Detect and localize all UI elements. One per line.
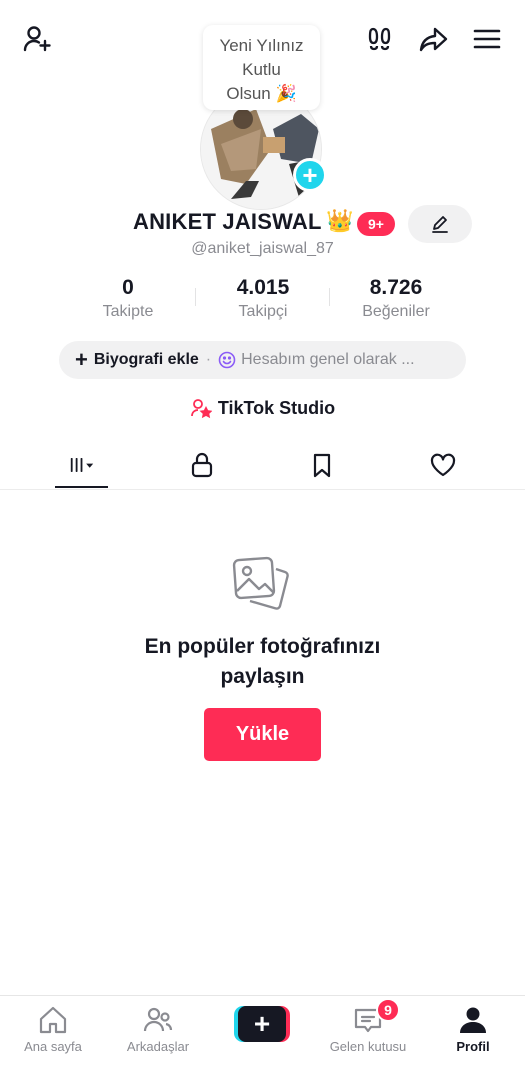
tab-videos[interactable] — [52, 448, 112, 482]
stat-value: 0 — [122, 276, 134, 299]
nav-home-label: Ana sayfa — [24, 1039, 82, 1054]
add-bio-button[interactable]: + Biyografi ekle — [75, 349, 199, 371]
create-plus-icon: + — [238, 1006, 286, 1042]
smile-icon — [218, 351, 236, 369]
bio-separator: · — [205, 351, 212, 368]
plus-icon: + — [75, 347, 88, 372]
studio-label: TikTok Studio — [217, 397, 336, 418]
tiktok-studio-link[interactable]: TikTok Studio — [0, 397, 525, 419]
pencil-icon — [432, 216, 448, 233]
bio-pill[interactable]: + Biyografi ekle · Hesabım genel olarak … — [59, 341, 466, 379]
greeting-bubble: Yeni Yılınız Kutlu Olsun 🎉 — [203, 25, 320, 110]
nav-inbox-label: Gelen kutusu — [329, 1039, 407, 1054]
add-bio-label: Biyografi ekle — [93, 351, 199, 368]
stat-label: Beğeniler — [362, 303, 430, 320]
create-button[interactable]: + — [234, 1006, 290, 1042]
content-tabs — [0, 440, 525, 490]
stat-divider — [195, 288, 196, 306]
tab-private[interactable] — [172, 448, 232, 482]
stat-following[interactable]: 0 Takipte — [63, 276, 193, 321]
home-icon — [39, 1006, 67, 1034]
stat-value: 4.015 — [236, 276, 290, 299]
display-name: ANIKET JAISWAL — [133, 209, 322, 234]
bottom-nav: Ana sayfa Arkadaşlar + 9 Gelen kutusu Pr… — [0, 995, 525, 1080]
name-row: ANIKET JAISWAL 👑 9+ — [0, 205, 525, 243]
stat-divider — [329, 288, 330, 306]
stat-label: Takipte — [102, 303, 154, 320]
footprints-icon[interactable] — [363, 22, 397, 56]
greeting-line-1: Yeni Yılınız — [219, 36, 304, 55]
greeting-line-3: Olsun 🎉 — [226, 84, 297, 103]
profile-icon — [460, 1007, 486, 1033]
add-friend-icon[interactable] — [20, 22, 54, 56]
bookmark-icon — [313, 453, 331, 478]
empty-state-title: En popüler fotoğrafınızı paylaşın — [0, 632, 525, 692]
stat-likes[interactable]: 8.726 Beğeniler — [331, 276, 461, 321]
nav-profile[interactable]: Profil — [423, 1004, 523, 1054]
empty-title-line-1: En popüler fotoğrafınızı — [144, 635, 381, 658]
empty-title-line-2: paylaşın — [220, 665, 305, 688]
upload-button[interactable]: Yükle — [204, 708, 321, 761]
crown-icon: 👑 — [326, 208, 354, 233]
stat-value: 8.726 — [369, 276, 423, 299]
nav-home[interactable]: Ana sayfa — [3, 1004, 103, 1054]
account-status-text[interactable]: Hesabım genel olarak ... — [241, 351, 414, 369]
heart-icon — [430, 453, 456, 477]
add-avatar-button[interactable]: + — [293, 158, 327, 192]
photos-icon — [232, 556, 289, 610]
tab-liked[interactable] — [413, 448, 473, 482]
share-icon[interactable] — [416, 22, 450, 56]
menu-icon[interactable] — [470, 22, 504, 56]
friends-icon — [143, 1007, 173, 1032]
lock-icon — [191, 452, 213, 478]
active-tab-indicator — [55, 486, 108, 488]
notification-badge[interactable]: 9+ — [357, 212, 395, 236]
nav-inbox[interactable]: 9 Gelen kutusu — [318, 998, 418, 1054]
nav-friends-label: Arkadaşlar — [126, 1039, 190, 1054]
grid-filter-icon — [70, 458, 94, 472]
nav-friends[interactable]: Arkadaşlar — [108, 1004, 208, 1054]
stat-label: Takipçi — [238, 303, 288, 320]
nav-profile-label: Profil — [456, 1039, 490, 1054]
greeting-line-2: Kutlu — [242, 60, 281, 79]
edit-profile-button[interactable] — [408, 205, 472, 243]
stats-row: 0 Takipte 4.015 Takipçi 8.726 Beğeniler — [0, 276, 525, 326]
username: @aniket_jaiswal_87 — [191, 240, 334, 257]
studio-icon — [190, 399, 212, 419]
inbox-badge: 9 — [376, 998, 400, 1022]
stat-followers[interactable]: 4.015 Takipçi — [198, 276, 328, 321]
tab-saved[interactable] — [292, 448, 352, 482]
